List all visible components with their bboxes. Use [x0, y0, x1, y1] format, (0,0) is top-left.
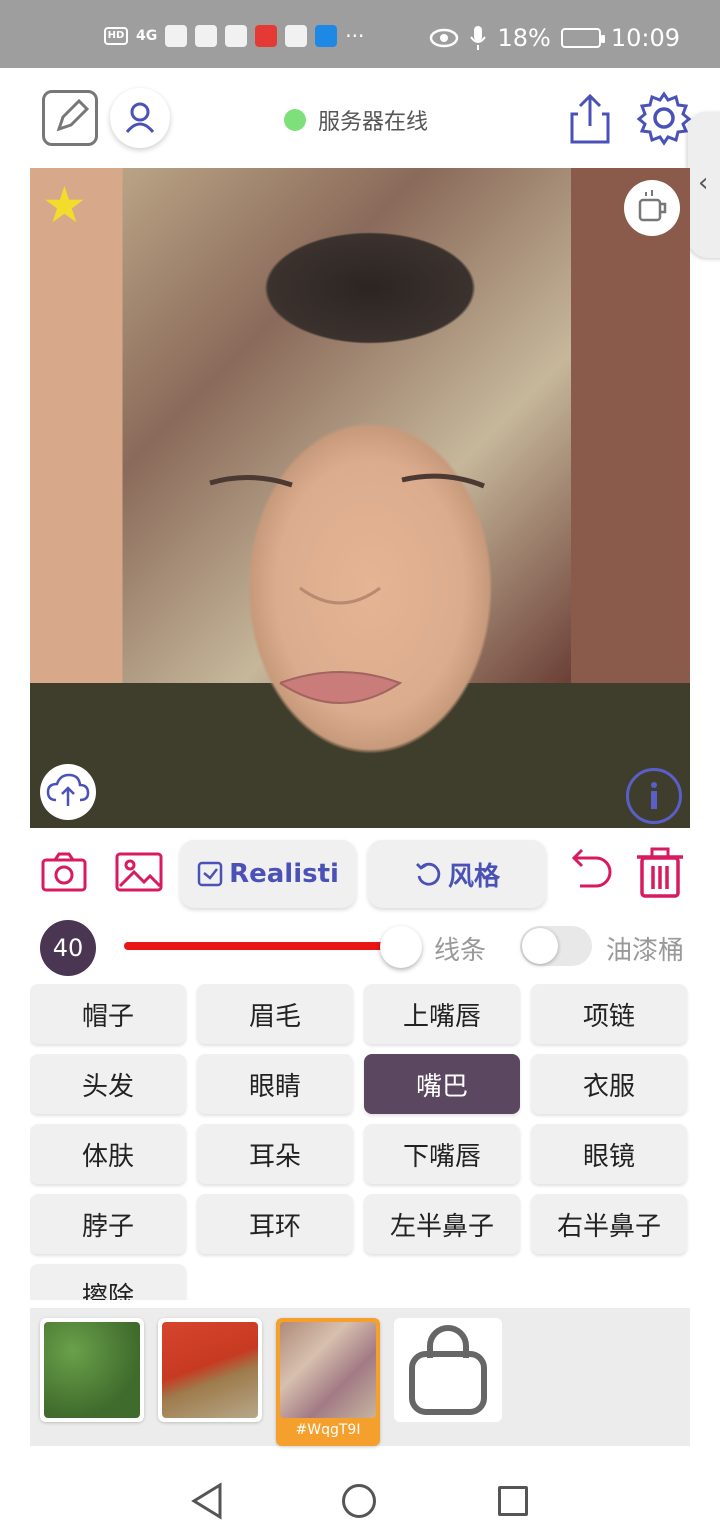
part-button[interactable]: 脖子 [30, 1194, 186, 1254]
thumbnail-image [280, 1322, 376, 1418]
camera-button[interactable] [40, 850, 88, 894]
side-drawer-handle[interactable]: ‹ [688, 112, 720, 258]
user-icon [125, 102, 155, 133]
coffee-cup-icon [638, 190, 667, 222]
paint-bucket-toggle[interactable] [520, 926, 592, 966]
lines-label: 线条 [434, 936, 487, 966]
trash-icon [637, 847, 683, 898]
battery-icon [560, 28, 605, 48]
upload-button[interactable] [40, 764, 96, 820]
browser-icon [285, 25, 308, 47]
server-status-label: 服务器在线 [318, 110, 429, 135]
undo-button[interactable] [562, 846, 614, 898]
gear-icon [636, 91, 692, 146]
nav-back-icon[interactable] [190, 1482, 224, 1520]
part-button[interactable]: 下嘴唇 [364, 1124, 520, 1184]
nav-home-icon[interactable] [342, 1484, 376, 1518]
server-status: 服务器在线 [284, 104, 428, 136]
coffee-button[interactable] [624, 180, 680, 236]
info-button[interactable] [626, 768, 682, 824]
status-icons-right: 18% 10:09 [429, 24, 680, 52]
part-button[interactable]: 眼镜 [531, 1124, 687, 1184]
style-button[interactable]: 风格 [368, 840, 546, 908]
thumbnail-image [44, 1322, 140, 1418]
part-button[interactable]: 体肤 [30, 1124, 186, 1184]
shield-icon [225, 25, 248, 47]
share-icon [570, 93, 610, 144]
thumbnail-item-selected[interactable]: #WqgT9I [276, 1318, 380, 1446]
thumbnail-image [162, 1322, 258, 1418]
paint-bucket-label: 油漆桶 [606, 936, 685, 966]
part-button[interactable]: 帽子 [30, 984, 186, 1044]
delete-button[interactable] [634, 846, 686, 900]
edit-icon [56, 98, 90, 132]
bag-icon [409, 1325, 487, 1415]
gallery-button[interactable] [114, 850, 164, 894]
toggle-knob [522, 928, 558, 964]
mic-icon [470, 26, 487, 50]
undo-icon [571, 848, 612, 888]
status-bar: HD 4G ··· 18% 10:09 [0, 0, 720, 68]
part-button[interactable]: 擦除 [30, 1264, 186, 1300]
wechat-icon [195, 25, 218, 47]
chevron-left-icon: ‹ [698, 168, 709, 198]
realistic-mode-button[interactable]: Realisti [180, 840, 356, 908]
wifi-icon [165, 25, 188, 47]
face-sketch [209, 473, 485, 704]
brush-size-slider-thumb[interactable] [380, 926, 422, 968]
favorite-star-icon[interactable]: ★ [42, 180, 87, 230]
user-button[interactable] [110, 88, 170, 148]
part-button[interactable]: 项链 [531, 984, 687, 1044]
edit-button[interactable] [42, 90, 98, 146]
part-button[interactable]: 眉毛 [197, 984, 353, 1044]
rotate-icon [415, 862, 441, 886]
part-button[interactable]: 右半鼻子 [531, 1194, 687, 1254]
battery-percent: 18% [497, 24, 551, 52]
hd-icon: HD [104, 27, 128, 45]
brush-size-badge: 40 [40, 920, 96, 976]
thumbnail-caption: #WqgT9I [295, 1422, 361, 1438]
thumbnail-item[interactable] [158, 1318, 262, 1422]
signal-label: 4G [136, 28, 158, 44]
app-notification-icon [255, 25, 278, 47]
realistic-label: Realisti [229, 859, 339, 889]
eye-icon [430, 28, 459, 48]
part-button[interactable]: 嘴巴 [364, 1054, 520, 1114]
part-button[interactable]: 耳环 [197, 1194, 353, 1254]
server-online-dot [284, 109, 306, 131]
share-button[interactable] [566, 90, 614, 146]
status-icons-left: HD 4G ··· [104, 24, 364, 48]
checkbox-icon [197, 861, 223, 887]
style-thumbnails: #WqgT9I [30, 1308, 690, 1446]
style-label: 风格 [447, 861, 500, 892]
camera-icon [41, 852, 87, 892]
clock: 10:09 [610, 24, 680, 52]
photo-canvas[interactable] [30, 168, 690, 828]
nav-recent-icon[interactable] [498, 1486, 528, 1516]
thumbnail-item[interactable] [40, 1318, 144, 1422]
info-icon [651, 782, 657, 809]
part-button[interactable]: 左半鼻子 [364, 1194, 520, 1254]
part-button[interactable]: 眼睛 [197, 1054, 353, 1114]
part-button[interactable]: 上嘴唇 [364, 984, 520, 1044]
part-button[interactable]: 耳朵 [197, 1124, 353, 1184]
brush-size-slider-track[interactable] [124, 942, 404, 950]
more-icon: ··· [345, 24, 365, 48]
face-parts-grid: 帽子 眉毛 上嘴唇 项链头发 眼睛 嘴巴 衣服体肤 耳朵 下嘴唇 眼镜脖子 耳环 左半鼻子 右半鼻子擦除 [30, 984, 690, 1300]
part-button[interactable]: 头发 [30, 1054, 186, 1114]
shop-button[interactable] [394, 1318, 502, 1422]
part-button[interactable]: 衣服 [531, 1054, 687, 1114]
image-icon [115, 852, 163, 892]
upload-cloud-icon [46, 773, 90, 806]
settings-button[interactable] [636, 90, 692, 146]
bulb-icon [315, 25, 338, 47]
